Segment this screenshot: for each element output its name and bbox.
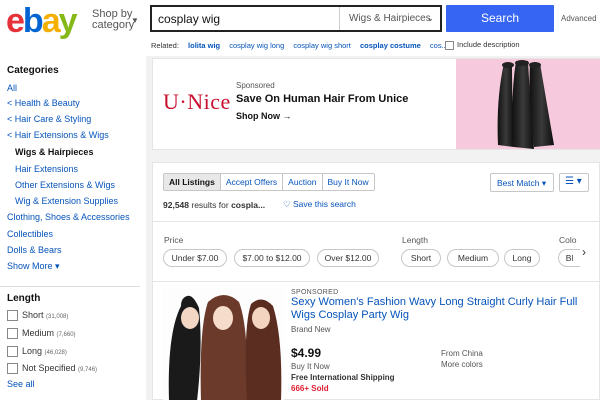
price-filter-label: Price <box>164 235 184 245</box>
category-clothing[interactable]: Clothing, Shoes & Accessories <box>7 212 130 222</box>
crumb-hair-extensions[interactable]: < Hair Extensions & Wigs <box>7 130 109 140</box>
crumb-hair-care[interactable]: < Hair Care & Styling <box>7 114 91 124</box>
crumb-health-beauty[interactable]: < Health & Beauty <box>7 98 80 108</box>
listing-type-tabs: All Listings Accept Offers Auction Buy I… <box>163 173 375 191</box>
ad-shop-now-link[interactable]: Shop Now → <box>236 111 292 121</box>
item-price: $4.99 <box>291 346 322 360</box>
logo-letter: a <box>41 2 61 40</box>
tab-buy-it-now[interactable]: Buy It Now <box>322 174 374 190</box>
price-under-7-pill[interactable]: Under $7.00 <box>163 249 227 267</box>
search-box: Wigs & Hairpieces ⌄ <box>150 5 442 32</box>
related-label: Related: <box>151 41 179 50</box>
results-panel: All Listings Accept Offers Auction Buy I… <box>152 162 600 400</box>
item-sponsored-label: SPONSORED <box>291 289 339 296</box>
length-option-short[interactable]: Short (31,008) <box>7 310 68 322</box>
item-condition: Brand New <box>291 325 331 334</box>
advanced-search-link[interactable]: Advanced <box>561 14 597 23</box>
checkbox-icon <box>7 363 18 375</box>
length-heading: Length <box>7 293 41 304</box>
chevron-right-icon[interactable]: › <box>582 245 586 259</box>
length-option-not-specified[interactable]: Not Specified (9,746) <box>7 363 97 375</box>
chevron-down-icon: ⌄ <box>426 13 434 23</box>
item-location: From China <box>441 349 483 358</box>
item-shipping: Free International Shipping <box>291 373 395 382</box>
shop-by-line2: category <box>92 19 135 31</box>
search-category-value: Wigs & Hairpieces <box>349 13 431 24</box>
price-7-to-12-pill[interactable]: $7.00 to $12.00 <box>234 249 310 267</box>
divider <box>153 281 600 282</box>
length-option-long[interactable]: Long (46,028) <box>7 346 67 358</box>
wig-product-image[interactable] <box>163 288 284 400</box>
ebay-logo[interactable]: ebay <box>6 2 78 40</box>
see-all-link[interactable]: See all <box>7 379 35 389</box>
category-dolls[interactable]: Dolls & Bears <box>7 245 62 255</box>
length-short-pill[interactable]: Short <box>401 249 441 267</box>
search-button[interactable]: Search <box>446 5 554 32</box>
item-sold-count: 666+ Sold <box>291 384 329 393</box>
tab-auction[interactable]: Auction <box>283 174 323 190</box>
category-all[interactable]: All <box>7 83 17 93</box>
color-pill[interactable]: Bl <box>558 249 580 267</box>
save-search-link[interactable]: ♡ Save this search <box>283 199 356 210</box>
length-option-medium[interactable]: Medium (7,660) <box>7 328 76 340</box>
chevron-down-icon: ▼ <box>131 16 139 25</box>
hair-bundle-image <box>456 59 600 149</box>
include-description-label: Include description <box>457 40 520 49</box>
search-category-select[interactable]: Wigs & Hairpieces ⌄ <box>339 7 440 30</box>
related-link[interactable]: lolita wig <box>188 41 220 50</box>
shop-by-category-button[interactable]: Shop by category <box>92 9 134 31</box>
sponsored-ad-banner[interactable]: U·Nice Sponsored Save On Human Hair From… <box>152 58 600 150</box>
results-count: 92,548 results for cospla... <box>163 200 266 210</box>
checkbox-icon <box>7 328 18 340</box>
subcategory-other-extensions[interactable]: Other Extensions & Wigs <box>15 180 115 190</box>
color-filter-label: Colo <box>559 235 577 245</box>
checkbox-icon <box>445 40 454 50</box>
related-searches: Related: lolita wig cosplay wig long cos… <box>151 41 448 50</box>
heart-icon: ♡ <box>283 199 291 209</box>
related-link[interactable]: cosplay wig short <box>293 41 351 50</box>
search-input[interactable] <box>152 7 339 30</box>
related-link[interactable]: cosplay costume <box>360 41 421 50</box>
length-filter-label: Length <box>402 235 428 245</box>
checkbox-icon <box>7 346 18 358</box>
logo-letter: e <box>6 2 25 40</box>
sidebar-divider <box>0 286 140 287</box>
tab-all-listings[interactable]: All Listings <box>164 174 221 190</box>
price-over-12-pill[interactable]: Over $12.00 <box>317 249 379 267</box>
length-medium-pill[interactable]: Medium <box>447 249 499 267</box>
subcategory-wig-supplies[interactable]: Wig & Extension Supplies <box>15 196 118 206</box>
category-collectibles[interactable]: Collectibles <box>7 229 53 239</box>
ad-title: Save On Human Hair From Unice <box>236 93 409 105</box>
length-long-pill[interactable]: Long <box>504 249 540 267</box>
list-view-icon[interactable]: ☰ ▾ <box>559 173 589 192</box>
unice-logo: U·Nice <box>163 89 231 114</box>
item-title-link[interactable]: Sexy Women's Fashion Wavy Long Straight … <box>291 296 596 322</box>
item-more-colors: More colors <box>441 360 483 369</box>
related-link[interactable]: cosplay wig long <box>229 41 284 50</box>
header: ebay Shop by category ▼ Wigs & Hairpiece… <box>0 0 600 56</box>
subcategory-hair-extensions[interactable]: Hair Extensions <box>15 164 78 174</box>
include-description-checkbox[interactable]: Include description <box>445 40 520 50</box>
tab-accept-offers[interactable]: Accept Offers <box>220 174 284 190</box>
divider <box>153 221 600 222</box>
logo-letter: b <box>22 2 44 40</box>
ad-sponsored-label: Sponsored <box>236 81 275 90</box>
category-current: Wigs & Hairpieces <box>15 147 94 157</box>
checkbox-icon <box>7 310 18 322</box>
sort-dropdown[interactable]: Best Match ▾ <box>490 173 554 192</box>
show-more-link[interactable]: Show More ▾ <box>7 261 60 272</box>
item-format: Buy It Now <box>291 362 330 371</box>
categories-heading: Categories <box>7 65 59 76</box>
sidebar: Categories All < Health & Beauty < Hair … <box>0 56 140 400</box>
logo-letter: y <box>58 2 78 40</box>
